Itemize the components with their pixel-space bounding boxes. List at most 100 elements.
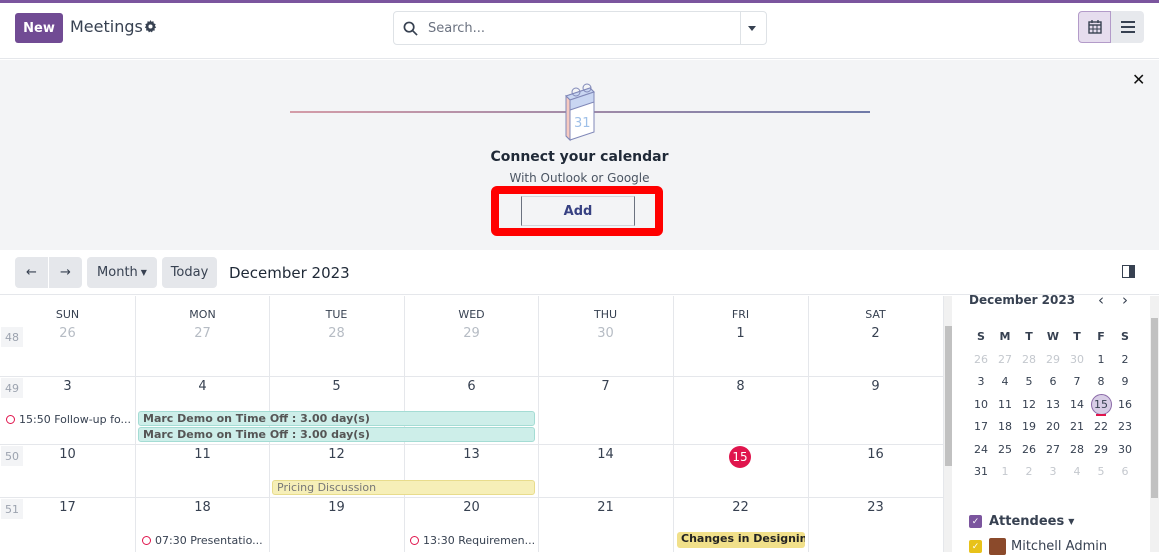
mini-day[interactable]: 17: [969, 416, 993, 439]
mini-day[interactable]: 31: [969, 461, 993, 484]
mini-day[interactable]: 5: [1089, 461, 1113, 484]
day-number[interactable]: 2: [808, 326, 943, 341]
day-number[interactable]: 3: [0, 379, 135, 394]
new-button[interactable]: New: [15, 13, 63, 43]
mini-day[interactable]: 26: [1017, 439, 1041, 462]
day-number[interactable]: 19: [269, 500, 404, 515]
event-presentation[interactable]: 07:30 Presentatio...: [142, 534, 263, 547]
day-number-today[interactable]: 15: [729, 446, 751, 468]
mini-day[interactable]: 11: [993, 394, 1017, 417]
day-number[interactable]: 30: [538, 326, 673, 341]
mini-day[interactable]: 20: [1041, 416, 1065, 439]
mini-day[interactable]: 19: [1017, 416, 1041, 439]
today-button[interactable]: Today: [162, 257, 217, 288]
event-followup[interactable]: 15:50 Follow-up fo...: [6, 413, 131, 426]
mini-day[interactable]: 6: [1113, 461, 1137, 484]
mini-day[interactable]: 29: [1041, 349, 1065, 372]
mini-day[interactable]: 5: [1017, 371, 1041, 394]
add-calendar-button[interactable]: Add: [521, 196, 635, 226]
gear-icon[interactable]: [144, 20, 157, 33]
calendar-view-button[interactable]: [1078, 11, 1111, 43]
mini-day[interactable]: 26: [969, 349, 993, 372]
day-number[interactable]: 14: [538, 447, 673, 462]
toggle-sidebar-icon[interactable]: [1122, 265, 1135, 278]
mini-day[interactable]: 24: [969, 439, 993, 462]
mini-day[interactable]: 1: [993, 461, 1017, 484]
search-bar[interactable]: Search...: [393, 11, 767, 45]
day-number[interactable]: 6: [404, 379, 539, 394]
scale-dropdown[interactable]: Month ▼: [87, 257, 157, 288]
day-number[interactable]: 11: [135, 447, 270, 462]
mini-day[interactable]: 1: [1089, 349, 1113, 372]
mini-day-selected[interactable]: 15: [1089, 393, 1113, 417]
mini-day[interactable]: 30: [1065, 349, 1089, 372]
day-number[interactable]: 20: [404, 500, 539, 515]
event-time-off[interactable]: Marc Demo on Time Off : 3.00 day(s): [138, 427, 535, 442]
mini-day[interactable]: 30: [1113, 439, 1137, 462]
mini-day[interactable]: 7: [1065, 371, 1089, 394]
search-options-caret-icon[interactable]: [748, 26, 756, 31]
day-number[interactable]: 28: [269, 326, 404, 341]
sidebar-scrollbar[interactable]: [1150, 296, 1159, 552]
attendees-checkbox[interactable]: ✓: [969, 515, 982, 528]
day-number[interactable]: 5: [269, 379, 404, 394]
mini-day[interactable]: 13: [1041, 394, 1065, 417]
day-number[interactable]: 1: [673, 326, 808, 341]
mini-next-icon[interactable]: ›: [1122, 291, 1128, 309]
event-pricing-discussion[interactable]: Pricing Discussion: [272, 480, 535, 495]
attendee-checkbox[interactable]: ✓: [969, 540, 982, 553]
sidebar-scrollbar-thumb[interactable]: [1151, 318, 1158, 498]
day-number[interactable]: 27: [135, 326, 270, 341]
event-time-off[interactable]: Marc Demo on Time Off : 3.00 day(s): [138, 411, 535, 426]
day-number[interactable]: 7: [538, 379, 673, 394]
day-number[interactable]: 10: [0, 447, 135, 462]
day-number[interactable]: 17: [0, 500, 135, 515]
event-changes-in-designing[interactable]: Changes in Designing: [677, 532, 805, 548]
search-input[interactable]: Search...: [428, 21, 485, 36]
mini-day[interactable]: 8: [1089, 371, 1113, 394]
day-number[interactable]: 21: [538, 500, 673, 515]
mini-day[interactable]: 27: [993, 349, 1017, 372]
mini-day[interactable]: 4: [993, 371, 1017, 394]
previous-button[interactable]: ←: [15, 257, 48, 288]
mini-day[interactable]: 2: [1113, 349, 1137, 372]
day-number[interactable]: 4: [135, 379, 270, 394]
day-number[interactable]: 8: [673, 379, 808, 394]
day-number[interactable]: 13: [404, 447, 539, 462]
mini-day[interactable]: 2: [1017, 461, 1041, 484]
day-number[interactable]: 29: [404, 326, 539, 341]
list-view-button[interactable]: [1111, 11, 1144, 43]
mini-day[interactable]: 16: [1113, 394, 1137, 417]
mini-day[interactable]: 18: [993, 416, 1017, 439]
calendar-scrollbar[interactable]: [943, 296, 952, 552]
mini-day[interactable]: 21: [1065, 416, 1089, 439]
mini-day[interactable]: 28: [1017, 349, 1041, 372]
day-number[interactable]: 23: [808, 500, 943, 515]
event-requirement[interactable]: 13:30 Requiremen...: [410, 534, 535, 547]
day-number[interactable]: 22: [673, 500, 808, 515]
calendar-scrollbar-thumb[interactable]: [945, 326, 952, 466]
mini-day[interactable]: 27: [1041, 439, 1065, 462]
mini-day[interactable]: 23: [1113, 416, 1137, 439]
day-number[interactable]: 9: [808, 379, 943, 394]
mini-day[interactable]: 12: [1017, 394, 1041, 417]
mini-day[interactable]: 3: [969, 371, 993, 394]
mini-day[interactable]: 22: [1089, 416, 1113, 439]
close-banner-icon[interactable]: ✕: [1132, 70, 1145, 89]
day-number[interactable]: 26: [0, 326, 135, 341]
mini-day[interactable]: 9: [1113, 371, 1137, 394]
mini-prev-icon[interactable]: ‹: [1098, 291, 1104, 309]
attendees-filter-header[interactable]: ✓ Attendees ▼: [969, 514, 1074, 529]
next-button[interactable]: →: [49, 257, 82, 288]
mini-day[interactable]: 28: [1065, 439, 1089, 462]
day-number[interactable]: 16: [808, 447, 943, 462]
day-number[interactable]: 12: [269, 447, 404, 462]
mini-day[interactable]: 6: [1041, 371, 1065, 394]
attendee-item[interactable]: ✓ Mitchell Admin: [969, 538, 1107, 555]
mini-day[interactable]: 3: [1041, 461, 1065, 484]
mini-day[interactable]: 10: [969, 394, 993, 417]
mini-day[interactable]: 14: [1065, 394, 1089, 417]
mini-day[interactable]: 4: [1065, 461, 1089, 484]
mini-day[interactable]: 25: [993, 439, 1017, 462]
day-number[interactable]: 18: [135, 500, 270, 515]
